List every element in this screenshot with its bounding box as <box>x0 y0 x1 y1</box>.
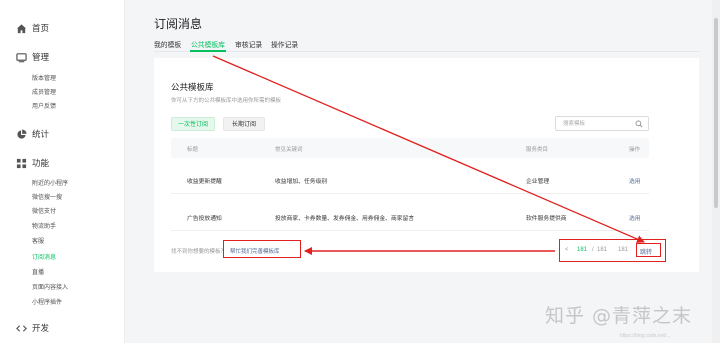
annotation-box-jump <box>636 243 661 257</box>
tab-public-library[interactable]: 公共模板库 <box>191 39 225 49</box>
pie-chart-icon <box>17 129 27 139</box>
page-title: 订阅消息 <box>154 17 203 31</box>
table-header: 标题 常见关键词 服务类目 操作 <box>171 138 649 158</box>
page-scrollbar[interactable] <box>712 0 720 343</box>
search-input[interactable] <box>563 119 633 129</box>
sidebar-subitem-live[interactable]: 直播 <box>32 267 44 276</box>
sidebar-item-stats[interactable]: 统计 <box>0 126 125 144</box>
sidebar: 首页 管理 版本管理 成员管理 用户反馈 统计 功能 附近的小程序 微信搜一搜 … <box>0 0 125 343</box>
sidebar-item-features[interactable]: 功能 <box>0 155 125 173</box>
row-category: 企业管理 <box>526 179 550 185</box>
column-header-title: 标题 <box>187 147 199 153</box>
tab-operation-records[interactable]: 操作记录 <box>271 39 298 49</box>
scrollbar-thumb[interactable] <box>714 18 718 208</box>
sidebar-item-label: 开发 <box>32 323 50 333</box>
sidebar-subitem-nearby[interactable]: 附近的小程序 <box>32 178 68 187</box>
grid-icon <box>16 158 27 169</box>
sidebar-subitem-members[interactable]: 成员管理 <box>32 87 56 96</box>
column-header-action: 操作 <box>629 147 641 153</box>
sidebar-subitem-search[interactable]: 微信搜一搜 <box>32 192 62 201</box>
sidebar-item-label: 统计 <box>32 129 50 139</box>
card-subtitle: 你可从下方的公共模板库中选用你所需的模板 <box>171 98 282 104</box>
sidebar-item-label: 功能 <box>32 158 50 168</box>
table-row: 收益更新提醒 收益增加、任务级别 企业管理 选用 <box>171 158 649 194</box>
home-icon <box>16 24 27 34</box>
row-category: 软件服务提供商 <box>526 216 567 222</box>
one-time-subscribe-button[interactable]: 一次性订阅 <box>171 117 215 131</box>
row-keywords: 投放商家、卡券数量、发券佣金、用券佣金、商家留言 <box>275 216 415 222</box>
sidebar-subitem-version[interactable]: 版本管理 <box>32 73 56 82</box>
row-title: 收益更新提醒 <box>187 179 222 185</box>
footer-note: 找不到你想要的模板？ <box>171 249 227 255</box>
row-title: 广告投放通知 <box>187 216 222 222</box>
sidebar-item-label: 管理 <box>32 52 50 62</box>
table-row: 广告投放通知 投放商家、卡券数量、发券佣金、用券佣金、商家留言 软件服务提供商 … <box>171 195 649 231</box>
sidebar-subitem-logistics[interactable]: 物流助手 <box>32 221 56 230</box>
column-header-keywords: 常见关键词 <box>275 147 303 153</box>
sidebar-subitem-plugin[interactable]: 小程序插件 <box>32 297 62 306</box>
row-keywords: 收益增加、任务级别 <box>275 179 328 185</box>
watermark: 知乎 @青萍之末 <box>545 305 693 327</box>
tab-my-templates[interactable]: 我的模板 <box>154 39 181 49</box>
card-title: 公共模板库 <box>171 82 214 92</box>
select-template-link[interactable]: 选用 <box>629 213 641 222</box>
sidebar-subitem-content[interactable]: 页面内容接入 <box>32 282 68 291</box>
tabs-divider <box>154 51 699 52</box>
annotation-box-help-link <box>223 240 301 258</box>
sidebar-item-home[interactable]: 首页 <box>0 20 125 38</box>
sidebar-subitem-subscribe[interactable]: 订阅消息 <box>32 252 56 261</box>
column-header-category: 服务类目 <box>526 147 549 153</box>
sidebar-subitem-feedback[interactable]: 用户反馈 <box>32 101 56 110</box>
long-term-subscribe-button[interactable]: 长期订阅 <box>223 117 265 131</box>
watermark-small: https://blog.csdn.net/... <box>620 333 671 339</box>
tab-review-records[interactable]: 审核记录 <box>235 39 262 49</box>
sidebar-subitem-service[interactable]: 客服 <box>32 236 44 245</box>
sidebar-item-label: 首页 <box>32 23 50 33</box>
active-tab-indicator <box>190 50 226 52</box>
search-icon[interactable] <box>635 120 643 128</box>
sidebar-subitem-pay[interactable]: 微信支付 <box>32 206 56 215</box>
select-template-link[interactable]: 选用 <box>629 176 641 185</box>
sidebar-item-dev[interactable]: 开发 <box>0 320 125 338</box>
sidebar-item-manage[interactable]: 管理 <box>0 49 125 67</box>
manage-icon <box>16 53 27 63</box>
code-icon <box>16 325 27 332</box>
search-box[interactable] <box>555 116 649 131</box>
